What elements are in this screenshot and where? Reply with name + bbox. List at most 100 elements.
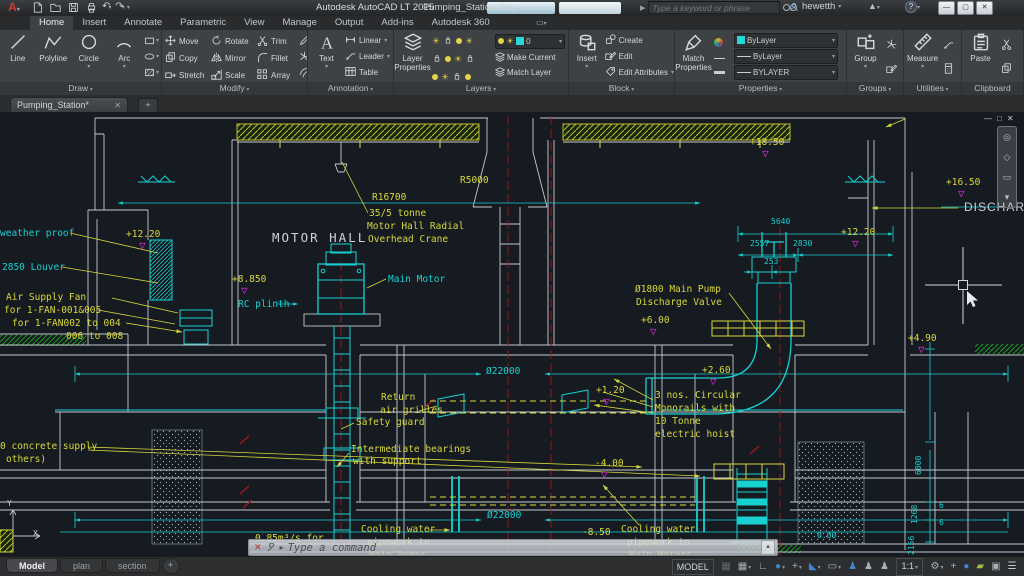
- sun-icon[interactable]: ☀: [441, 72, 449, 82]
- panel-label-properties[interactable]: Properties ▾: [675, 82, 846, 95]
- undo-icon[interactable]: ↶▾: [102, 2, 111, 13]
- save-icon[interactable]: [66, 2, 80, 14]
- color-wheel-icon[interactable]: [714, 38, 730, 47]
- file-tab[interactable]: Pumping_Station*✕: [10, 97, 128, 112]
- panel-label-clipboard[interactable]: Clipboard: [962, 82, 1023, 95]
- edit-button[interactable]: Edit: [605, 50, 674, 63]
- stretch-button[interactable]: Stretch: [165, 69, 211, 82]
- bulb-icon[interactable]: [465, 74, 471, 80]
- viewport-minimize-icon[interactable]: —: [984, 114, 992, 123]
- tab-parametric[interactable]: Parametric: [171, 16, 235, 30]
- lock-icon[interactable]: [465, 50, 475, 68]
- nav-more-icon[interactable]: ▾: [1005, 192, 1010, 203]
- steering-wheel-icon[interactable]: ◎: [1003, 132, 1011, 143]
- autoscale-icon[interactable]: ♟: [864, 558, 873, 576]
- annotation-monitor-icon[interactable]: +: [950, 558, 956, 576]
- explode-icon[interactable]: [299, 51, 307, 62]
- annotation-scale-icon[interactable]: ♟: [880, 558, 889, 576]
- line-button[interactable]: Line: [0, 30, 36, 82]
- panel-label-block[interactable]: Block ▾: [569, 82, 674, 95]
- leader-button[interactable]: Leader▾: [345, 50, 390, 63]
- ellipse-tool-icon[interactable]: ▾: [144, 51, 159, 62]
- plot-icon[interactable]: [84, 2, 98, 14]
- command-history-icon[interactable]: ▴: [761, 540, 775, 555]
- autodesk-360-icon[interactable]: ▲▾: [868, 1, 880, 11]
- array-button[interactable]: Array: [257, 69, 297, 82]
- make-current-button[interactable]: Make Current: [495, 52, 565, 64]
- panel-label-groups[interactable]: Groups ▾: [847, 82, 903, 95]
- scale-value[interactable]: 1:1▾: [896, 558, 923, 576]
- linetype-icon[interactable]: [714, 58, 730, 59]
- lock-icon[interactable]: [432, 50, 442, 68]
- rect-tool-icon[interactable]: ▾: [144, 35, 159, 46]
- property-select-0[interactable]: ByLayer▾: [734, 33, 838, 48]
- search-input[interactable]: [648, 1, 780, 14]
- trim-button[interactable]: Trim: [257, 35, 297, 48]
- restore-button[interactable]: ▢: [957, 1, 974, 15]
- fillet-button[interactable]: Fillet: [257, 52, 297, 65]
- bulb-icon[interactable]: [445, 56, 451, 62]
- lock-icon[interactable]: [452, 68, 462, 82]
- copy-button[interactable]: Copy: [165, 52, 211, 65]
- tab-insert[interactable]: Insert: [73, 16, 115, 30]
- linear-button[interactable]: Linear▾: [345, 34, 390, 47]
- tab-output[interactable]: Output: [326, 16, 373, 30]
- lock-icon[interactable]: [443, 32, 453, 50]
- bulb-icon[interactable]: [456, 38, 462, 44]
- hatch-tool-icon[interactable]: ▾: [144, 67, 159, 78]
- clean-screen-icon[interactable]: ▣: [991, 558, 1000, 576]
- viewport-close-icon[interactable]: ✕: [1007, 114, 1014, 123]
- lineweight-icon[interactable]: [714, 71, 730, 74]
- layer-properties-button[interactable]: Layer Properties: [394, 30, 431, 82]
- cut-icon[interactable]: [1001, 39, 1012, 50]
- group-button[interactable]: Group▾: [847, 30, 884, 82]
- move-button[interactable]: Move: [165, 35, 211, 48]
- measure-button[interactable]: Measure▾: [904, 30, 941, 82]
- panel-label-draw[interactable]: Draw ▾: [0, 82, 161, 95]
- panel-label-modify[interactable]: Modify ▾: [162, 82, 307, 95]
- match-layer-button[interactable]: Match Layer: [495, 67, 565, 79]
- sun-icon[interactable]: ☀: [432, 36, 440, 46]
- arc-button[interactable]: Arc▾: [107, 30, 143, 82]
- layout-tab-model[interactable]: Model: [6, 558, 58, 573]
- isometric-drafting-icon[interactable]: ◣▾: [809, 558, 821, 576]
- new-layout-button[interactable]: +: [162, 558, 180, 574]
- snap-mode-icon[interactable]: ▦▾: [738, 558, 751, 576]
- circle-button[interactable]: Circle▾: [71, 30, 107, 82]
- rotate-button[interactable]: Rotate: [211, 35, 257, 48]
- annotation-visibility-icon[interactable]: ♟: [848, 558, 857, 576]
- edit-attributes-button[interactable]: Edit Attributes▾: [605, 66, 674, 79]
- open-file-icon[interactable]: [48, 2, 62, 14]
- tab-view[interactable]: View: [235, 16, 273, 30]
- minimize-button[interactable]: —: [938, 1, 955, 15]
- close-tab-icon[interactable]: ✕: [114, 98, 121, 112]
- sun-icon[interactable]: ☀: [454, 54, 462, 64]
- property-select-2[interactable]: BYLAYER▾: [734, 65, 838, 80]
- redo-icon[interactable]: ↷▾: [115, 2, 124, 13]
- explode-icon[interactable]: [886, 39, 897, 50]
- leader-icon[interactable]: [943, 39, 954, 50]
- ortho-mode-icon[interactable]: +▾: [792, 558, 802, 576]
- editB-icon[interactable]: [886, 63, 897, 74]
- command-close-icon[interactable]: ✕: [254, 542, 262, 553]
- calc-icon[interactable]: [943, 63, 954, 74]
- customization-icon[interactable]: ☰: [1008, 558, 1017, 576]
- panel-label-annotation[interactable]: Annotation ▾: [308, 82, 393, 95]
- paste-button[interactable]: Paste: [962, 30, 999, 82]
- command-tools-icon[interactable]: [266, 543, 276, 553]
- insert-button[interactable]: Insert▾: [569, 30, 605, 82]
- autocad-logo-icon[interactable]: A▾: [2, 0, 26, 15]
- tab-manage[interactable]: Manage: [274, 16, 326, 30]
- viewport-restore-icon[interactable]: □: [997, 114, 1002, 123]
- tab-home[interactable]: Home: [30, 16, 73, 30]
- workspace-switching-icon[interactable]: ⚙▾: [931, 558, 944, 576]
- zoom-icon[interactable]: ▭: [1003, 172, 1012, 183]
- table-button[interactable]: Table: [345, 66, 390, 79]
- grid-display-icon[interactable]: ▦: [721, 558, 730, 576]
- panel-label-utilities[interactable]: Utilities ▾: [904, 82, 961, 95]
- bulb-icon[interactable]: [432, 74, 438, 80]
- ribbon-display-toggle-icon[interactable]: ▭▾: [536, 18, 547, 27]
- layout-tab-section[interactable]: section: [105, 558, 160, 573]
- pan-icon[interactable]: ◇: [1004, 152, 1011, 163]
- create-button[interactable]: Create: [605, 34, 674, 47]
